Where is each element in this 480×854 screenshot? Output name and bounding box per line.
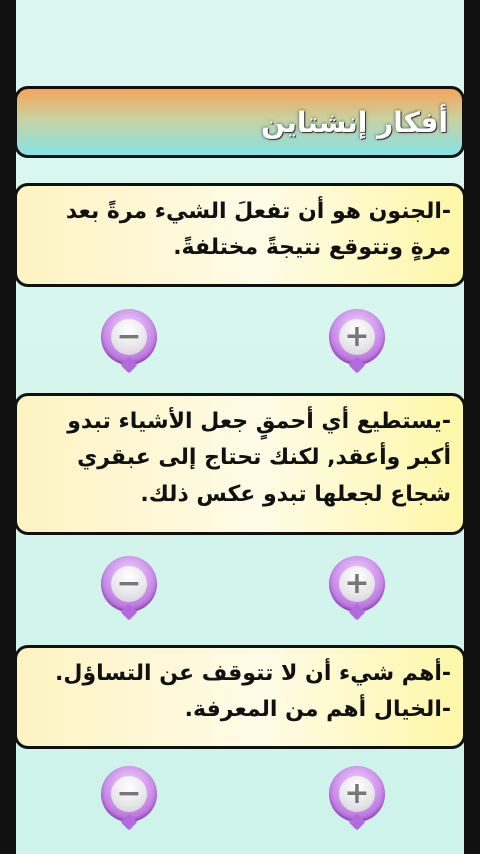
plus-icon: + bbox=[339, 566, 375, 602]
minus-icon: − bbox=[111, 566, 147, 602]
quote-text: -الجنون هو أن تفعلَ الشيء مرةً بعد مرةٍ … bbox=[65, 199, 451, 261]
quote-text: -يستطيع أي أحمقٍ جعل الأشياء تبدو أكبر و… bbox=[67, 409, 451, 507]
quote-card: -يستطيع أي أحمقٍ جعل الأشياء تبدو أكبر و… bbox=[14, 393, 466, 535]
page-header: أفكار إنشتاين bbox=[14, 86, 465, 158]
quote-text: -أهم شيء أن لا تتوقف عن التساؤل. -الخيال… bbox=[55, 661, 451, 723]
quote-card: -أهم شيء أن لا تتوقف عن التساؤل. -الخيال… bbox=[14, 645, 466, 749]
minus-icon: − bbox=[111, 776, 147, 812]
decrease-font-button[interactable]: − bbox=[101, 309, 157, 374]
right-border bbox=[464, 0, 480, 854]
decrease-font-button[interactable]: − bbox=[101, 766, 157, 831]
page-title: أفكار إنشتاين bbox=[261, 105, 448, 139]
minus-icon: − bbox=[111, 319, 147, 355]
increase-font-button[interactable]: + bbox=[329, 556, 385, 621]
quote-card: -الجنون هو أن تفعلَ الشيء مرةً بعد مرةٍ … bbox=[14, 183, 466, 287]
decrease-font-button[interactable]: − bbox=[101, 556, 157, 621]
plus-icon: + bbox=[339, 319, 375, 355]
increase-font-button[interactable]: + bbox=[329, 766, 385, 831]
plus-icon: + bbox=[339, 776, 375, 812]
increase-font-button[interactable]: + bbox=[329, 309, 385, 374]
